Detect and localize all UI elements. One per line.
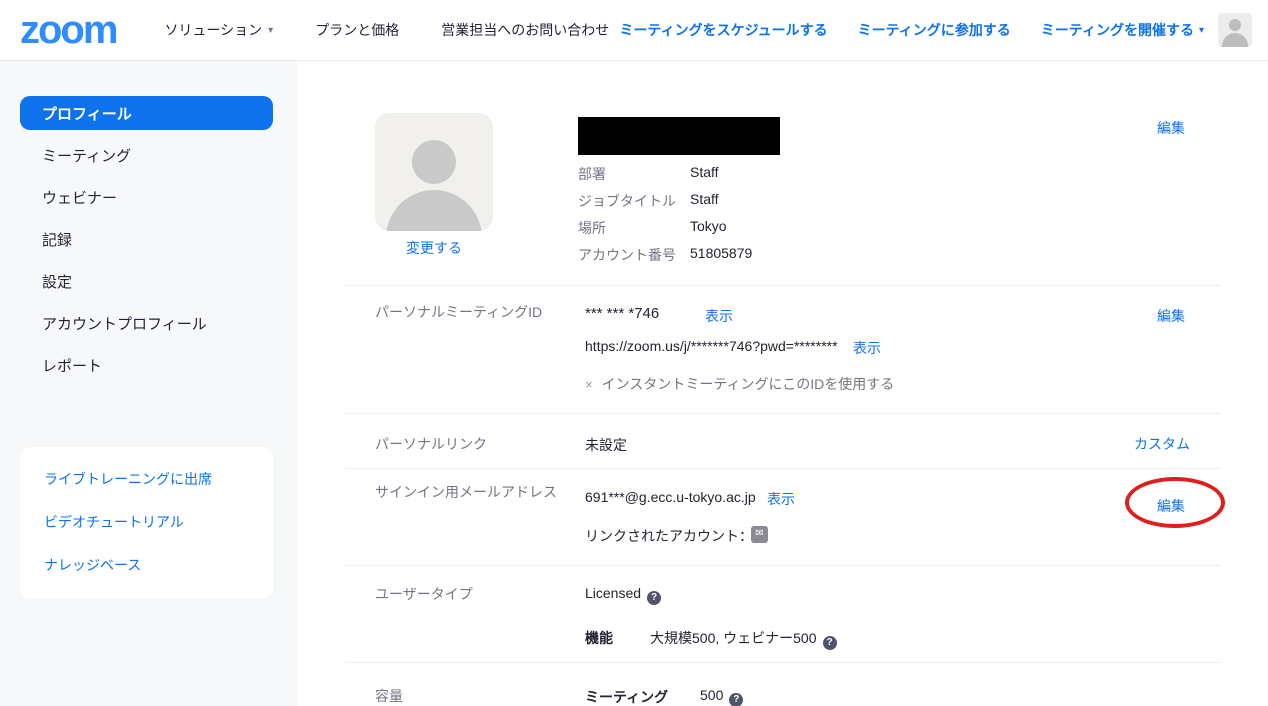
- pmi-instant-option[interactable]: × インスタントミーティングにこのIDを使用する: [585, 374, 894, 394]
- zoom-web-portal: zoom ソリューション ▾ プランと価格 営業担当へのお問い合わせ ミーティン…: [0, 0, 1268, 706]
- pmi-url-show-link[interactable]: 表示: [853, 338, 881, 358]
- feature-value-text: 大規模500, ウェビナー500: [650, 630, 817, 646]
- sign-in-email-value: 691***@g.ecc.u-tokyo.ac.jp: [585, 489, 756, 505]
- profile-content: 変更する 部署 Staff ジョブタイトル Staff 場所 Tokyo アカウ…: [297, 61, 1268, 706]
- capacity-meeting-value-text: 500: [700, 687, 723, 703]
- sidebar-item-label: 記録: [42, 229, 72, 250]
- sign-in-email-label: サインイン用メールアドレス: [375, 482, 575, 502]
- chevron-down-icon: ▾: [268, 25, 273, 36]
- nav-contact-sales[interactable]: 営業担当へのお問い合わせ: [441, 20, 609, 40]
- sidebar-item-settings[interactable]: 設定: [20, 264, 273, 298]
- sidebar-item-profile[interactable]: プロフィール: [20, 96, 273, 130]
- sidebar-item-label: プロフィール: [42, 103, 132, 124]
- section-capacity: 容量 ミーティング 500?: [345, 662, 1220, 706]
- section-personal-meeting-id: パーソナルミーティングID *** *** *746 表示 https://zo…: [345, 285, 1220, 413]
- personal-link-value: 未設定: [585, 435, 627, 455]
- help-icon[interactable]: ?: [823, 636, 837, 650]
- host-meeting-label: ミーティングを開催する: [1041, 20, 1194, 40]
- personal-link-label: パーソナルリンク: [375, 434, 487, 454]
- field-value-account-number: 51805879: [690, 245, 752, 261]
- edit-email-link[interactable]: 編集: [1157, 496, 1185, 516]
- pmi-show-link[interactable]: 表示: [705, 306, 733, 326]
- field-value-job-title: Staff: [690, 191, 719, 207]
- sidebar-item-meetings[interactable]: ミーティング: [20, 138, 273, 172]
- field-value-location: Tokyo: [690, 218, 727, 234]
- email-account-icon: ✉: [751, 526, 768, 543]
- section-profile-card: 変更する 部署 Staff ジョブタイトル Staff 場所 Tokyo アカウ…: [345, 61, 1220, 285]
- feature-value: 大規模500, ウェビナー500?: [650, 628, 837, 650]
- section-personal-link: パーソナルリンク 未設定 カスタム: [345, 413, 1220, 468]
- section-user-type: ユーザータイプ Licensed? 機能 大規模500, ウェビナー500?: [345, 565, 1220, 662]
- pmi-url: https://zoom.us/j/*******746?pwd=*******…: [585, 338, 838, 354]
- top-navigation-bar: zoom ソリューション ▾ プランと価格 営業担当へのお問い合わせ ミーティン…: [0, 0, 1268, 61]
- join-meeting-label: ミーティングに参加する: [858, 20, 1011, 40]
- capacity-meeting-value: 500?: [700, 687, 743, 706]
- user-avatar-icon: [412, 140, 456, 184]
- field-label-department: 部署: [578, 164, 690, 184]
- knowledge-base-link[interactable]: ナレッジベース: [44, 555, 263, 575]
- user-type-label: ユーザータイプ: [375, 584, 473, 604]
- user-type-value: Licensed?: [585, 585, 661, 605]
- x-mark-icon: ×: [585, 377, 593, 392]
- email-show-link[interactable]: 表示: [767, 489, 795, 509]
- attend-live-training-link[interactable]: ライブトレーニングに出席: [44, 469, 263, 489]
- nav-solutions[interactable]: ソリューション ▾: [164, 20, 273, 40]
- sidebar: プロフィール ミーティング ウェビナー 記録 設定 アカウントプロフィール レポ…: [0, 61, 297, 706]
- nav-plans-pricing-label: プランと価格: [315, 20, 399, 40]
- primary-nav: ソリューション ▾ プランと価格 営業担当へのお問い合わせ: [164, 20, 609, 40]
- nav-plans-pricing[interactable]: プランと価格: [315, 20, 399, 40]
- sidebar-item-label: アカウントプロフィール: [42, 313, 207, 334]
- sidebar-item-label: ウェビナー: [42, 187, 117, 208]
- zoom-logo[interactable]: zoom: [20, 10, 116, 50]
- linked-accounts-label: リンクされたアカウント：: [585, 526, 753, 546]
- sidebar-item-reports[interactable]: レポート: [20, 348, 273, 382]
- field-value-department: Staff: [690, 164, 719, 180]
- pmi-instant-option-label: インスタントミーティングにこのIDを使用する: [602, 376, 895, 392]
- help-card: ライブトレーニングに出席 ビデオチュートリアル ナレッジベース: [20, 447, 273, 599]
- capacity-meeting-label: ミーティング: [585, 687, 668, 706]
- join-meeting-link[interactable]: ミーティングに参加する: [858, 20, 1011, 40]
- change-avatar-link[interactable]: 変更する: [375, 238, 493, 258]
- field-label-location: 場所: [578, 218, 690, 238]
- nav-contact-sales-label: 営業担当へのお問い合わせ: [441, 20, 609, 40]
- help-icon[interactable]: ?: [647, 591, 661, 605]
- help-icon[interactable]: ?: [729, 693, 743, 706]
- meeting-actions: ミーティングをスケジュールする ミーティングに参加する ミーティングを開催する …: [619, 20, 1204, 40]
- customize-personal-link[interactable]: カスタム: [1134, 434, 1190, 454]
- edit-pmi-link[interactable]: 編集: [1157, 306, 1185, 326]
- user-avatar-icon: [1229, 19, 1241, 31]
- sidebar-item-label: 設定: [42, 271, 72, 292]
- sidebar-item-webinars[interactable]: ウェビナー: [20, 180, 273, 214]
- host-meeting-link[interactable]: ミーティングを開催する ▾: [1041, 20, 1204, 40]
- redacted-user-name: [578, 117, 780, 155]
- field-label-job-title: ジョブタイトル: [578, 191, 690, 211]
- capacity-label: 容量: [375, 686, 403, 706]
- sidebar-item-recordings[interactable]: 記録: [20, 222, 273, 256]
- user-type-value-text: Licensed: [585, 585, 641, 601]
- sidebar-item-account-profile[interactable]: アカウントプロフィール: [20, 306, 273, 340]
- profile-avatar-placeholder: [375, 113, 493, 231]
- schedule-meeting-link[interactable]: ミーティングをスケジュールする: [619, 20, 827, 40]
- video-tutorials-link[interactable]: ビデオチュートリアル: [44, 512, 263, 532]
- field-label-account-number: アカウント番号: [578, 245, 690, 265]
- section-sign-in-email: サインイン用メールアドレス 691***@g.ecc.u-tokyo.ac.jp…: [345, 468, 1220, 565]
- edit-profile-link[interactable]: 編集: [1157, 118, 1185, 138]
- chevron-down-icon: ▾: [1199, 25, 1204, 36]
- feature-label: 機能: [585, 628, 613, 648]
- sidebar-item-label: レポート: [42, 355, 102, 376]
- sidebar-item-label: ミーティング: [42, 145, 131, 166]
- nav-solutions-label: ソリューション: [164, 20, 262, 40]
- schedule-meeting-label: ミーティングをスケジュールする: [619, 20, 827, 40]
- pmi-label: パーソナルミーティングID: [375, 302, 542, 322]
- account-avatar[interactable]: [1218, 13, 1252, 47]
- pmi-masked-id: *** *** *746: [585, 305, 659, 322]
